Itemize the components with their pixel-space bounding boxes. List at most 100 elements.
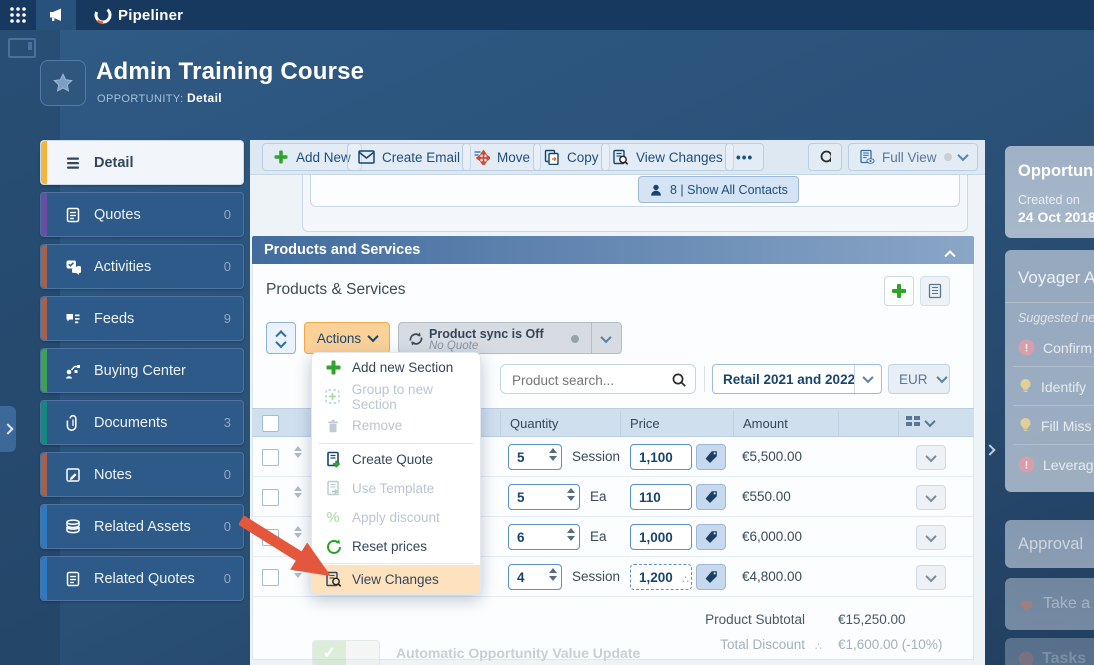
drag-handle-icon[interactable] — [294, 566, 302, 578]
take-item[interactable]: Take a — [1018, 595, 1094, 613]
opportunity-card[interactable]: Opportuni Created on 24 Oct 2018 — [1005, 146, 1094, 238]
voyager-card[interactable]: Voyager A Suggested ne ! Confirm Identif… — [1005, 250, 1094, 492]
stepper[interactable] — [567, 488, 575, 501]
search-button[interactable] — [808, 143, 842, 171]
sidebar-item-related-assets[interactable]: Related Assets 0 — [40, 504, 244, 549]
stepper[interactable] — [549, 448, 557, 461]
approval-card[interactable]: Approval — [1005, 520, 1094, 568]
product-search-box[interactable] — [500, 364, 696, 394]
row-expand-button[interactable] — [916, 485, 946, 510]
row-expand-button[interactable] — [916, 445, 946, 470]
row-checkbox[interactable] — [262, 529, 279, 546]
menu-item-use-template[interactable]: Use Template — [312, 474, 480, 503]
tasks-card[interactable]: Tasks — [1005, 638, 1094, 665]
show-all-contacts-button[interactable]: 8 | Show All Contacts — [638, 176, 799, 203]
announcements-button[interactable] — [36, 0, 76, 30]
row-checkbox[interactable] — [262, 449, 279, 466]
collapse-panel-icon[interactable] — [8, 38, 36, 58]
card-title: Voyager A — [1018, 268, 1094, 288]
sort-button[interactable] — [266, 322, 296, 354]
products-section-bar[interactable]: Products and Services — [252, 236, 974, 264]
currency-dropdown[interactable]: EUR — [888, 364, 950, 394]
sidebar-item-count: 0 — [224, 519, 231, 534]
suggestion-item[interactable]: ! Leverage — [1018, 456, 1094, 473]
pipeliner-app: Pipeliner Admin Training Course OPPORTUN… — [0, 0, 1094, 665]
sidebar-item-notes[interactable]: Notes 0 — [40, 452, 244, 497]
sync-subtitle: No Quote — [429, 340, 478, 352]
app-grid-icon[interactable] — [9, 6, 27, 29]
show-all-contacts-label: 8 | Show All Contacts — [670, 183, 788, 197]
price-input[interactable]: 1,000 — [630, 524, 692, 550]
product-search-input[interactable] — [510, 369, 664, 391]
sidebar-item-detail[interactable]: Detail — [40, 140, 244, 185]
chevron-down-icon[interactable] — [600, 332, 611, 343]
actions-dropdown-button[interactable]: Actions — [304, 322, 390, 354]
row-expand-button[interactable] — [916, 565, 946, 590]
quantity-input[interactable]: 5 — [508, 444, 562, 470]
suggestion-item[interactable]: ! Confirm — [1018, 339, 1094, 356]
create-email-button[interactable]: Create Email — [347, 143, 471, 171]
app-name: Pipeliner — [118, 7, 183, 24]
product-sync-button[interactable]: Product sync is Off No Quote — [398, 322, 622, 354]
menu-item-reset-prices[interactable]: Reset prices — [312, 532, 480, 561]
stripe — [41, 453, 47, 496]
stepper[interactable] — [567, 528, 575, 541]
database-icon — [63, 517, 83, 537]
move-button[interactable]: Move — [462, 143, 541, 171]
price-input[interactable]: 1,200∴ — [630, 564, 692, 590]
menu-item-remove[interactable]: Remove — [312, 411, 480, 440]
svg-text:!: ! — [1025, 343, 1029, 355]
full-view-dropdown[interactable]: Full View — [848, 143, 978, 171]
quantity-input[interactable]: 5 — [508, 484, 580, 510]
quantity-input[interactable]: 6 — [508, 524, 580, 550]
menu-item-create-quote[interactable]: Create Quote — [312, 445, 480, 474]
stepper[interactable] — [549, 568, 557, 581]
view-changes-button[interactable]: View Changes — [601, 143, 734, 171]
created-value: 24 Oct 2018 — [1018, 209, 1094, 225]
entity-view: Detail — [187, 91, 222, 105]
add-product-button[interactable] — [884, 276, 914, 306]
suggestion-item[interactable]: Identify — [1018, 378, 1094, 395]
select-all-checkbox[interactable] — [262, 415, 279, 432]
product-list-icon-button[interactable] — [920, 276, 950, 306]
sidebar-item-buying-center[interactable]: Buying Center — [40, 348, 244, 393]
sidebar-item-activities[interactable]: Activities 0 — [40, 244, 244, 289]
menu-item-add-new-section[interactable]: Add new Section — [312, 353, 480, 382]
status-dot — [571, 335, 579, 343]
sidebar-item-quotes[interactable]: Quotes 0 — [40, 192, 244, 237]
sidebar-expander[interactable] — [0, 406, 16, 452]
collapse-section-icon[interactable] — [944, 250, 955, 261]
suggestion-item[interactable]: Fill Miss — [1018, 417, 1094, 434]
move-label: Move — [497, 150, 530, 165]
right-panel-expander[interactable] — [984, 444, 995, 455]
price-input[interactable]: 110 — [630, 484, 692, 510]
price-tag-button[interactable] — [696, 564, 726, 590]
chevron-down-icon — [925, 490, 936, 501]
columns-settings-button[interactable] — [905, 415, 934, 430]
drag-handle-icon[interactable] — [294, 486, 302, 498]
take-action-card[interactable]: Take a — [1005, 578, 1094, 630]
more-actions-button[interactable]: ••• — [725, 143, 764, 171]
tasks-item[interactable]: Tasks — [1018, 650, 1094, 665]
price-input[interactable]: 1,100 — [630, 444, 692, 470]
price-list-dropdown[interactable]: Retail 2021 and 2022 — [712, 364, 882, 394]
row-expand-button[interactable] — [916, 525, 946, 550]
copy-button[interactable]: Copy — [533, 143, 610, 171]
menu-item-apply-discount[interactable]: % Apply discount — [312, 503, 480, 532]
row-checkbox[interactable] — [262, 489, 279, 506]
row-checkbox[interactable] — [262, 569, 279, 586]
favorite-star-button[interactable] — [40, 60, 86, 106]
price-tag-button[interactable] — [696, 484, 726, 510]
sidebar-item-documents[interactable]: Documents 3 — [40, 400, 244, 445]
menu-item-view-changes[interactable]: View Changes — [312, 565, 480, 594]
price-tag-button[interactable] — [696, 524, 726, 550]
drag-handle-icon[interactable] — [294, 526, 302, 538]
menu-item-group-to-new-section[interactable]: Group to new Section — [312, 382, 480, 411]
sidebar-item-related-quotes[interactable]: Related Quotes 0 — [40, 556, 244, 601]
auto-update-toggle[interactable]: ✓ — [312, 640, 380, 665]
drag-handle-icon[interactable] — [294, 446, 302, 458]
price-tag-button[interactable] — [696, 444, 726, 470]
quantity-input[interactable]: 4 — [508, 564, 562, 590]
sidebar-item-feeds[interactable]: Feeds 9 — [40, 296, 244, 341]
currency-label: EUR — [899, 372, 928, 387]
